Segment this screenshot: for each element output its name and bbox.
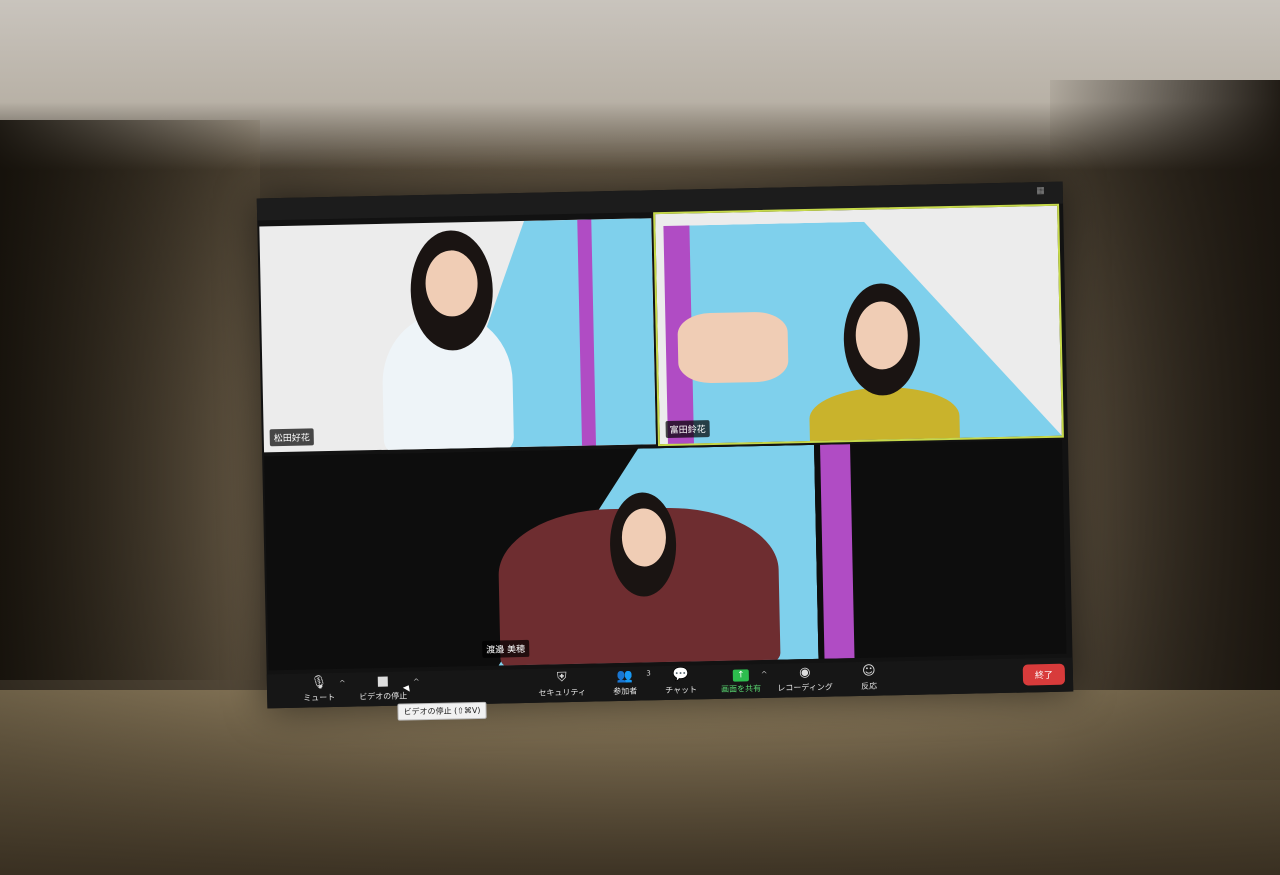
share-screen-button[interactable]: ↑ 画面を共有 <box>717 666 766 695</box>
video-label: ビデオの停止 <box>359 691 408 702</box>
end-meeting-button[interactable]: 終了 <box>1022 663 1066 686</box>
chat-label: チャット <box>665 685 698 696</box>
mute-button[interactable]: 🎙 ミュート <box>297 675 342 704</box>
mute-label: ミュート <box>303 692 336 703</box>
chevron-up-icon[interactable]: ^ <box>761 670 768 679</box>
background-left-blur <box>0 120 260 680</box>
microphone-icon: 🎙 <box>310 675 328 691</box>
chevron-up-icon[interactable]: ^ <box>413 677 420 686</box>
chevron-up-icon[interactable]: ^ <box>339 679 346 688</box>
participants-count-badge: 3 <box>646 669 651 678</box>
background-desk <box>0 690 1280 875</box>
security-label: セキュリティ <box>538 687 587 698</box>
participants-label: 参加者 <box>613 686 638 697</box>
stop-video-tooltip: ビデオの停止 (⇧⌘V) <box>397 701 487 721</box>
video-tile-participant-1[interactable]: 松田好花 <box>259 218 656 453</box>
shield-icon: ⛨ <box>556 670 567 686</box>
share-label: 画面を共有 <box>721 684 762 694</box>
chat-button[interactable]: 💬 チャット <box>661 667 702 696</box>
emoji-icon: ☺ <box>861 663 876 679</box>
record-label: レコーディング <box>777 682 833 693</box>
security-button[interactable]: ⛨ セキュリティ <box>537 670 588 699</box>
reactions-label: 反応 <box>861 681 878 691</box>
people-icon: 👥 3 <box>605 668 651 685</box>
participant-name-tag: 富田鈴花 <box>665 420 710 438</box>
video-tile-participant-2[interactable]: 富田鈴花 <box>653 203 1064 447</box>
view-toggle-icon[interactable]: ▦ <box>1036 186 1045 196</box>
participants-button[interactable]: 👥 3 参加者 <box>605 668 651 697</box>
participant-name-tag: 松田好花 <box>269 428 314 447</box>
participant-2-hands <box>677 311 789 384</box>
chat-bubble-icon: 💬 <box>672 667 690 683</box>
record-button[interactable]: ◉ レコーディング <box>775 664 836 693</box>
reactions-button[interactable]: ☺ 反応 <box>851 663 888 692</box>
background-right-blur <box>1050 80 1280 780</box>
video-tile-participant-3[interactable]: 渡邉 美穂 <box>264 439 1067 671</box>
share-screen-arrow-icon: ↑ <box>732 669 749 682</box>
record-icon: ◉ <box>798 665 811 681</box>
participant-name-tag: 渡邉 美穂 <box>482 639 530 658</box>
backdrop-purple-stripe <box>820 444 855 659</box>
zoom-meeting-window: ▦ 松田好花 富田鈴花 渡邉 美穂 🎙 ミュート ^ ■ ビデオの停止 ^ ⛨ … <box>256 181 1074 721</box>
